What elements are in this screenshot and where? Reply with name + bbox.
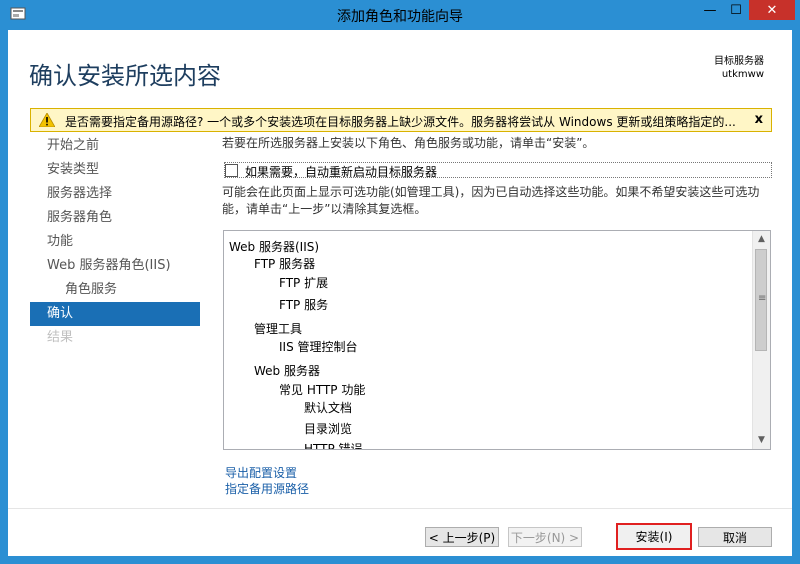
selection-list[interactable]: Web 服务器(IIS) FTP 服务器 FTP 扩展 FTP 服务 管理工具 … [223,230,771,450]
tree-item: 常见 HTTP 功能 [279,383,366,397]
tree-item: IIS 管理控制台 [279,340,358,354]
wizard-window: 添加角色和功能向导 — ☐ ✕ 确认安装所选内容 目标服务器 utkmww 是否… [0,0,800,564]
restart-label[interactable]: 如果需要，自动重新启动目标服务器 [245,163,437,180]
tree-item: Web 服务器 [254,364,320,378]
close-button[interactable]: ✕ [749,0,795,20]
warning-banner[interactable]: 是否需要指定备用源路径? 一个或多个安装选项在目标服务器上缺少源文件。服务器将尝… [30,108,772,132]
tree-item: FTP 服务器 [254,257,316,271]
minimize-button[interactable]: — [697,0,723,20]
nav-item-server-selection[interactable]: 服务器选择 [30,182,200,206]
nav-item-web-server-role[interactable]: Web 服务器角色(IIS) [30,254,200,278]
scroll-down-icon[interactable]: ▼ [753,432,770,449]
restart-checkbox[interactable] [225,164,238,177]
tree-item: HTTP 错误 [304,442,363,450]
intro-text: 若要在所选服务器上安装以下角色、角色服务或功能，请单击“安装”。 [222,136,595,150]
previous-button[interactable]: < 上一步(P) [425,527,499,547]
cancel-button[interactable]: 取消 [698,527,772,547]
optional-features-note: 可能会在此页面上显示可选功能(如管理工具)，因为已自动选择这些功能。如果不希望安… [222,185,760,216]
nav-item-server-roles[interactable]: 服务器角色 [30,206,200,230]
wizard-nav: 开始之前 安装类型 服务器选择 服务器角色 功能 Web 服务器角色(IIS) … [30,134,200,350]
install-button[interactable]: 安装(I) [616,523,692,550]
server-caption: 目标服务器 [714,56,764,67]
nav-item-installation-type[interactable]: 安装类型 [30,158,200,182]
tree-item: Web 服务器(IIS) [229,240,320,254]
export-config-link[interactable]: 导出配置设置 [225,464,297,481]
warning-icon [39,113,55,127]
maximize-button[interactable]: ☐ [723,0,749,20]
nav-item-results: 结果 [47,330,74,345]
grip-icon: ≡ [758,293,767,304]
alternate-source-link[interactable]: 指定备用源路径 [225,480,309,497]
server-name: utkmww [721,69,764,80]
warning-close-icon[interactable]: x [755,112,763,127]
footer-divider [8,508,792,509]
wizard-client-area: 确认安装所选内容 目标服务器 utkmww 是否需要指定备用源路径? 一个或多个… [8,30,792,556]
list-scrollbar[interactable]: ▲ ≡ ▼ [752,231,770,449]
nav-item-role-services[interactable]: 角色服务 [30,278,200,302]
tree-item: FTP 服务 [279,298,329,312]
tree-item: 默认文档 [304,401,353,415]
page-title: 确认安装所选内容 [29,62,221,90]
destination-server: 目标服务器 utkmww [714,55,764,81]
next-button: 下一步(N) > [508,527,582,547]
tree-item: 目录浏览 [304,422,353,436]
window-title: 添加角色和功能向导 [337,9,463,25]
tree-item: 管理工具 [254,322,303,336]
scroll-thumb[interactable]: ≡ [755,249,767,351]
title-bar[interactable]: 添加角色和功能向导 — ☐ ✕ [0,0,800,30]
tree-item: FTP 扩展 [279,276,329,290]
restart-option[interactable]: 如果需要，自动重新启动目标服务器 [224,162,772,180]
scroll-up-icon[interactable]: ▲ [753,231,770,248]
nav-item-before-you-begin[interactable]: 开始之前 [30,134,200,158]
nav-item-confirmation[interactable]: 确认 [30,302,200,326]
warning-text: 是否需要指定备用源路径? 一个或多个安装选项在目标服务器上缺少源文件。服务器将尝… [65,115,736,129]
nav-item-features[interactable]: 功能 [30,230,200,254]
